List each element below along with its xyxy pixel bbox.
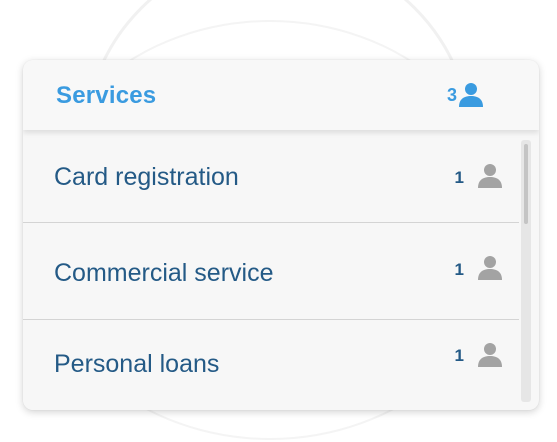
service-item-commercial-service[interactable]: Commercial service 1 — [23, 223, 519, 320]
services-panel: Services 3 Card registration 1 Commercia… — [23, 60, 539, 410]
stage: Services 3 Card registration 1 Commercia… — [0, 0, 557, 442]
service-item-label: Commercial service — [54, 259, 274, 287]
services-header[interactable]: Services 3 — [23, 60, 539, 130]
person-icon — [478, 343, 502, 367]
scrollbar-track[interactable] — [521, 140, 531, 402]
scrollbar-thumb[interactable] — [524, 144, 528, 224]
service-item-label: Card registration — [54, 163, 239, 191]
services-list: Card registration 1 Commercial service 1… — [23, 130, 539, 410]
service-item-personal-loans[interactable]: Personal loans 1 — [23, 320, 519, 410]
service-item-label: Personal loans — [54, 350, 220, 378]
service-item-count: 1 — [454, 346, 464, 365]
service-item-count: 1 — [454, 168, 464, 187]
service-item-card-registration[interactable]: Card registration 1 — [23, 130, 519, 223]
services-title: Services — [56, 82, 157, 109]
person-icon — [478, 164, 502, 188]
services-total-count: 3 — [446, 85, 457, 105]
service-item-count: 1 — [454, 260, 464, 279]
person-icon — [478, 256, 502, 280]
person-icon — [459, 83, 483, 107]
